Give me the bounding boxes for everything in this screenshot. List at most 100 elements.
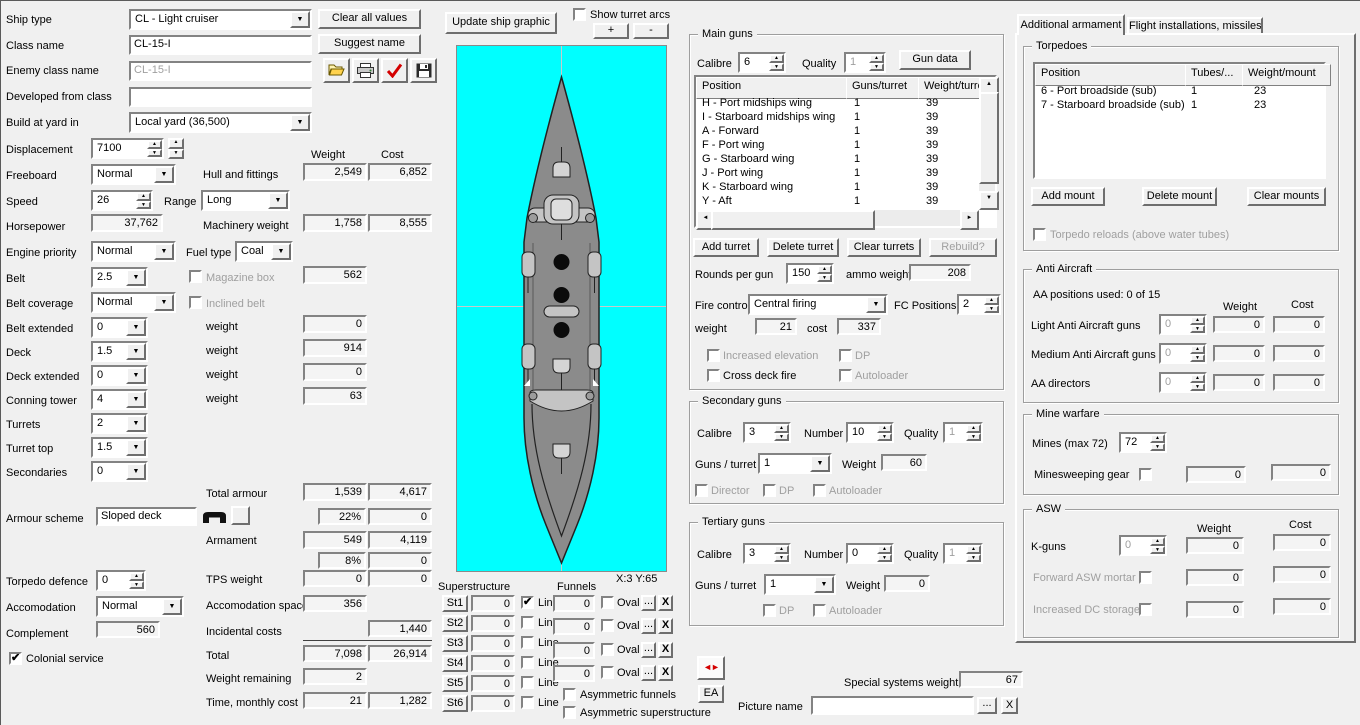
- chevron-down-icon[interactable]: ▼: [814, 576, 834, 593]
- table-row[interactable]: G - Starboard wing 1 39: [696, 153, 979, 166]
- belt-extended-select[interactable]: 0 ▼: [91, 317, 148, 338]
- table-row[interactable]: 7 - Starboard broadside (sub) 1 23: [1035, 99, 1324, 112]
- suggest-name-button[interactable]: Suggest name: [318, 34, 421, 54]
- spinner-arrows-icon[interactable]: ▲ ▼: [966, 545, 981, 562]
- chevron-down-icon[interactable]: ▼: [126, 415, 146, 432]
- ship-type-select[interactable]: CL - Light cruiser ▼: [129, 9, 312, 30]
- funnel2-delete-button[interactable]: X: [658, 618, 673, 634]
- chevron-down-icon[interactable]: ▼: [126, 463, 146, 480]
- displacement-stepper-2[interactable]: ▲ ▼: [168, 138, 184, 159]
- chevron-down-icon[interactable]: ▼: [154, 243, 174, 260]
- column-header[interactable]: Weight/turret: [918, 77, 986, 99]
- vertical-scrollbar[interactable]: ▲ ▼: [979, 77, 999, 210]
- column-header[interactable]: Tubes/...: [1185, 64, 1249, 86]
- class-name-input[interactable]: CL-15-I: [129, 35, 312, 55]
- tab-additional-armament[interactable]: Additional armament: [1017, 14, 1125, 35]
- fire-control-select[interactable]: Central firing ▼: [748, 294, 888, 315]
- displacement-stepper[interactable]: 7100 ▲ ▼: [91, 138, 164, 159]
- table-row[interactable]: J - Port wing 1 39: [696, 167, 979, 180]
- chevron-down-icon[interactable]: ▼: [162, 598, 182, 615]
- print-button[interactable]: [352, 58, 379, 83]
- spinner-arrows-icon[interactable]: ▲ ▼: [1190, 345, 1205, 362]
- delete-mount-button[interactable]: Delete mount: [1142, 187, 1217, 206]
- spinner-arrows-icon[interactable]: ▲ ▼: [1190, 374, 1205, 391]
- table-row[interactable]: F - Port wing 1 39: [696, 139, 979, 152]
- tertiary-guns-per-turret-select[interactable]: 1 ▼: [764, 574, 836, 595]
- colonial-service-checkbox[interactable]: [9, 652, 22, 665]
- st6-button[interactable]: St6: [442, 695, 468, 712]
- secondary-calibre-stepper[interactable]: 3 ▲ ▼: [743, 422, 791, 443]
- spinner-arrows-icon[interactable]: ▲ ▼: [774, 424, 789, 441]
- main-quality-stepper[interactable]: 1 ▲ ▼: [844, 52, 886, 73]
- chevron-down-icon[interactable]: ▼: [126, 319, 146, 336]
- asymmetric-funnels-checkbox[interactable]: [563, 688, 576, 701]
- spinner-arrows-icon[interactable]: ▲ ▼: [984, 296, 999, 313]
- chevron-down-icon[interactable]: ▼: [290, 114, 310, 131]
- horizontal-scrollbar[interactable]: ◄ ►: [696, 210, 979, 230]
- mines-stepper[interactable]: 72 ▲ ▼: [1119, 432, 1167, 453]
- torpedoes-table[interactable]: Position Tubes/... Weight/mount 6 - Port…: [1033, 62, 1331, 179]
- delete-turret-button[interactable]: Delete turret: [767, 238, 839, 257]
- ship-graphic[interactable]: [456, 45, 667, 572]
- st2-button[interactable]: St2: [442, 615, 468, 632]
- table-row[interactable]: I - Starboard midships wing 1 39: [696, 111, 979, 124]
- add-turret-button[interactable]: Add turret: [693, 238, 759, 257]
- funnel3-delete-button[interactable]: X: [658, 642, 673, 658]
- enemy-class-input[interactable]: CL-15-I: [129, 61, 312, 81]
- clear-turrets-button[interactable]: Clear turrets: [847, 238, 921, 257]
- deck-select[interactable]: 1.5 ▼: [91, 341, 148, 362]
- turret-top-select[interactable]: 1.5 ▼: [91, 437, 148, 458]
- spinner-arrows-icon[interactable]: ▲ ▼: [877, 545, 892, 562]
- table-row[interactable]: 6 - Port broadside (sub) 1 23: [1035, 85, 1324, 98]
- spinner-arrows-icon[interactable]: ▲ ▼: [817, 265, 832, 282]
- scrollbar-thumb[interactable]: [711, 210, 875, 230]
- tab-flight-installations[interactable]: Flight installations, missiles: [1127, 17, 1263, 33]
- funnel2-oval-checkbox[interactable]: [601, 619, 614, 632]
- chevron-down-icon[interactable]: ▼: [810, 455, 830, 472]
- spinner-arrows-icon[interactable]: ▲ ▼: [769, 54, 784, 71]
- tertiary-quality-stepper[interactable]: 1 ▲ ▼: [943, 543, 983, 564]
- flip-ship-button[interactable]: ◄►: [697, 656, 725, 680]
- ea-button[interactable]: EA: [698, 685, 724, 703]
- spinner-arrows-icon[interactable]: ▲ ▼: [136, 192, 151, 209]
- rounds-per-gun-stepper[interactable]: 150 ▲ ▼: [786, 263, 834, 284]
- spinner-arrows-icon[interactable]: ▲ ▼: [966, 424, 981, 441]
- picture-browse-button[interactable]: ...: [977, 697, 997, 714]
- asymmetric-superstructure-checkbox[interactable]: [563, 706, 576, 719]
- table-row[interactable]: K - Starboard wing 1 39: [696, 181, 979, 194]
- funnel1-delete-button[interactable]: X: [658, 595, 673, 611]
- zoom-out-button[interactable]: -: [633, 23, 669, 39]
- st3-button[interactable]: St3: [442, 635, 468, 652]
- funnel4-oval-checkbox[interactable]: [601, 666, 614, 679]
- torpedo-defence-stepper[interactable]: 0 ▲ ▼: [96, 570, 146, 591]
- chevron-down-icon[interactable]: ▼: [126, 391, 146, 408]
- table-row[interactable]: A - Forward 1 39: [696, 125, 979, 138]
- minesweeping-gear-checkbox[interactable]: [1139, 468, 1152, 481]
- save-button[interactable]: [410, 58, 437, 83]
- column-header[interactable]: Position: [696, 77, 853, 99]
- st1-button[interactable]: St1: [442, 595, 468, 612]
- developed-from-input[interactable]: [129, 87, 312, 107]
- secondaries-select[interactable]: 0 ▼: [91, 461, 148, 482]
- main-calibre-stepper[interactable]: 6 ▲ ▼: [738, 52, 786, 73]
- fuel-type-select[interactable]: Coal ▼: [235, 241, 293, 262]
- funnel4-browse-button[interactable]: ...: [641, 665, 656, 681]
- speed-stepper[interactable]: 26 ▲ ▼: [91, 190, 153, 211]
- freeboard-select[interactable]: Normal ▼: [91, 164, 176, 185]
- belt-coverage-select[interactable]: Normal ▼: [91, 292, 176, 313]
- spinner-arrows-icon[interactable]: ▲ ▼: [869, 54, 884, 71]
- st2-line-checkbox[interactable]: [521, 616, 534, 629]
- chevron-down-icon[interactable]: ▼: [126, 343, 146, 360]
- funnel4-delete-button[interactable]: X: [658, 665, 673, 681]
- st4-button[interactable]: St4: [442, 655, 468, 672]
- spinner-arrows-icon[interactable]: ▲ ▼: [774, 545, 789, 562]
- gun-data-button[interactable]: Gun data: [899, 50, 971, 70]
- cross-deck-fire-checkbox[interactable]: [707, 369, 720, 382]
- chevron-down-icon[interactable]: ▼: [268, 192, 288, 209]
- secondary-guns-per-turret-select[interactable]: 1 ▼: [758, 453, 832, 474]
- column-header[interactable]: Guns/turret: [846, 77, 925, 99]
- spinner-arrows-icon[interactable]: ▲ ▼: [1150, 434, 1165, 451]
- zoom-in-button[interactable]: +: [593, 23, 629, 39]
- st5-line-checkbox[interactable]: [521, 676, 534, 689]
- accomodation-select[interactable]: Normal ▼: [96, 596, 184, 617]
